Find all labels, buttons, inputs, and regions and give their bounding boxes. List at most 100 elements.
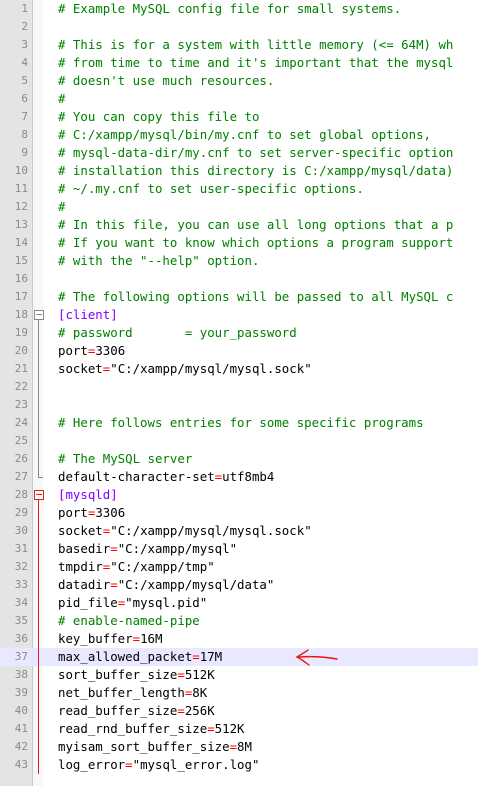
code-line[interactable]: 31 basedir="C:/xampp/mysql": [0, 540, 478, 558]
line-number: 23: [14, 398, 28, 411]
code-line[interactable]: 35 # enable-named-pipe: [0, 612, 478, 630]
code-line[interactable]: 23: [0, 396, 478, 414]
code-text: datadir="C:/xampp/mysql/data": [58, 576, 274, 594]
code-line[interactable]: 14 # If you want to know which options a …: [0, 234, 478, 252]
fold-line: [33, 648, 45, 666]
code-line[interactable]: 19 # password = your_password: [0, 324, 478, 342]
config-key: basedir: [58, 541, 111, 556]
fold-empty: [33, 180, 45, 198]
code-line[interactable]: 37 max_allowed_packet=17M: [0, 648, 478, 666]
config-value: "C:/xampp/mysql": [117, 541, 238, 556]
line-number: 32: [14, 560, 28, 573]
code-line[interactable]: 36 key_buffer=16M: [0, 630, 478, 648]
line-number: 16: [14, 272, 28, 285]
code-text: socket="C:/xampp/mysql/mysql.sock": [58, 522, 312, 540]
code-line[interactable]: 16: [0, 270, 478, 288]
code-line[interactable]: 43 log_error="mysql_error.log": [0, 756, 478, 774]
code-line[interactable]: 5 # doesn't use much resources.: [0, 72, 478, 90]
code-line[interactable]: 18 [client]: [0, 306, 478, 324]
line-number: 43: [14, 758, 28, 771]
config-value: "C:/xampp/mysql/mysql.sock": [110, 523, 312, 538]
code-line[interactable]: 8 # C:/xampp/mysql/bin/my.cnf to set glob…: [0, 126, 478, 144]
comment-text: # The MySQL server: [58, 451, 193, 466]
code-line[interactable]: 29 port=3306: [0, 504, 478, 522]
code-line[interactable]: 42 myisam_sort_buffer_size=8M: [0, 738, 478, 756]
code-line[interactable]: 34 pid_file="mysql.pid": [0, 594, 478, 612]
line-number: 38: [14, 668, 28, 681]
line-number: 29: [14, 506, 28, 519]
config-key: key_buffer: [58, 631, 133, 646]
code-line[interactable]: 12 #: [0, 198, 478, 216]
code-text: basedir="C:/xampp/mysql": [58, 540, 237, 558]
line-number: 6: [21, 92, 28, 105]
equals-operator: =: [229, 739, 238, 754]
code-line[interactable]: 17 # The following options will be passed…: [0, 288, 478, 306]
code-line[interactable]: 33 datadir="C:/xampp/mysql/data": [0, 576, 478, 594]
config-value: 8M: [237, 739, 252, 754]
code-line[interactable]: 24 # Here follows entries for some specif…: [0, 414, 478, 432]
fold-toggle-icon[interactable]: [33, 306, 45, 324]
code-text: # from time to time and it's important t…: [58, 54, 453, 72]
equals-operator: =: [192, 649, 200, 664]
line-number: 4: [21, 56, 28, 69]
line-number: 9: [21, 146, 28, 159]
comment-text: # enable-named-pipe: [58, 613, 200, 628]
code-line[interactable]: 11 # ~/.my.cnf to set user-specific optio…: [0, 180, 478, 198]
code-line[interactable]: 25: [0, 432, 478, 450]
config-key: socket: [58, 523, 103, 538]
code-text: # The MySQL server: [58, 450, 192, 468]
fold-empty: [33, 90, 45, 108]
text-editor[interactable]: 1 # Example MySQL config file for small s…: [0, 0, 478, 786]
line-number: 14: [14, 236, 28, 249]
comment-text: # mysql-data-dir/my.cnf to set server-sp…: [58, 145, 454, 160]
line-number: 11: [14, 182, 28, 195]
fold-line: [33, 612, 45, 630]
code-line[interactable]: 26 # The MySQL server: [0, 450, 478, 468]
code-line[interactable]: 1 # Example MySQL config file for small s…: [0, 0, 478, 18]
code-line[interactable]: 20 port=3306: [0, 342, 478, 360]
config-key: net_buffer_length: [58, 685, 185, 700]
line-number: 42: [14, 740, 28, 753]
code-line[interactable]: 41 read_rnd_buffer_size=512K: [0, 720, 478, 738]
config-key: default-character-set: [58, 469, 215, 484]
config-value: 8K: [192, 685, 208, 700]
fold-empty: [33, 72, 45, 90]
code-line[interactable]: 27 default-character-set=utf8mb4: [0, 468, 478, 486]
code-line[interactable]: 22: [0, 378, 478, 396]
equals-operator: =: [177, 703, 185, 718]
comment-text: # with the "--help" option.: [58, 253, 260, 268]
fold-line: [33, 522, 45, 540]
code-line[interactable]: 7 # You can copy this file to: [0, 108, 478, 126]
code-line[interactable]: 6 #: [0, 90, 478, 108]
code-line[interactable]: 2: [0, 18, 478, 36]
code-line[interactable]: 39 net_buffer_length=8K: [0, 684, 478, 702]
code-line[interactable]: 21 socket="C:/xampp/mysql/mysql.sock": [0, 360, 478, 378]
comment-text: # from time to time and it's important t…: [58, 55, 454, 70]
comment-text: # This is for a system with little memor…: [58, 37, 454, 52]
fold-empty: [33, 36, 45, 54]
line-number: 25: [14, 434, 28, 447]
code-line[interactable]: 32 tmpdir="C:/xampp/tmp": [0, 558, 478, 576]
code-line[interactable]: 9 # mysql-data-dir/my.cnf to set server-s…: [0, 144, 478, 162]
code-line[interactable]: 15 # with the "--help" option.: [0, 252, 478, 270]
code-line[interactable]: 4 # from time to time and it's important …: [0, 54, 478, 72]
code-line[interactable]: 3 # This is for a system with little memo…: [0, 36, 478, 54]
config-key: tmpdir: [58, 559, 103, 574]
fold-toggle-icon[interactable]: [33, 486, 45, 504]
fold-line: [33, 702, 45, 720]
section-header: [mysqld]: [58, 487, 118, 502]
line-number: 27: [14, 470, 28, 483]
code-text: [mysqld]: [58, 486, 118, 504]
fold-line: [33, 558, 45, 576]
line-number: 20: [14, 344, 28, 357]
code-line[interactable]: 28 [mysqld]: [0, 486, 478, 504]
code-line[interactable]: 38 sort_buffer_size=512K: [0, 666, 478, 684]
code-text: # installation this directory is C:/xamp…: [58, 162, 453, 180]
code-line[interactable]: 10 # installation this directory is C:/xa…: [0, 162, 478, 180]
config-key: port: [58, 505, 88, 520]
code-line[interactable]: 13 # In this file, you can use all long o…: [0, 216, 478, 234]
code-line[interactable]: 30 socket="C:/xampp/mysql/mysql.sock": [0, 522, 478, 540]
code-line[interactable]: 40 read_buffer_size=256K: [0, 702, 478, 720]
equals-operator: =: [207, 721, 215, 736]
config-key: myisam_sort_buffer_size: [58, 739, 230, 754]
